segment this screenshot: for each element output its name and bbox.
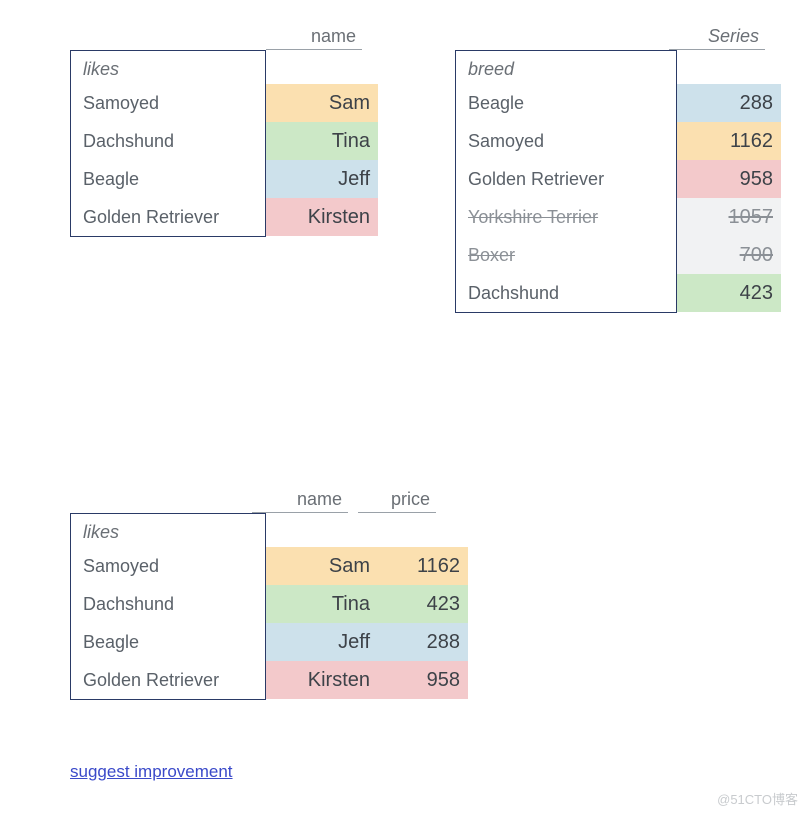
value-cell: 1162 xyxy=(677,122,781,160)
column-header-series: Series xyxy=(669,22,765,50)
table-row: Dachshund xyxy=(71,585,265,623)
table-row: Beagle xyxy=(71,160,265,198)
value-column: Sam Tina Jeff Kirsten xyxy=(266,50,378,237)
value-columns: Sam 1162 Tina 423 Jeff 288 Kirsten 958 xyxy=(266,513,468,700)
index-title: likes xyxy=(71,514,265,547)
spacer xyxy=(266,513,468,547)
index-cell: Beagle xyxy=(71,169,265,190)
value-cell: Tina xyxy=(266,122,378,160)
value-cell: 423 xyxy=(677,274,781,312)
index-cell: Golden Retriever xyxy=(456,169,676,190)
table-row: Golden Retriever xyxy=(71,198,265,236)
index-cell: Yorkshire Terrier xyxy=(456,207,676,228)
value-cell-price: 958 xyxy=(378,661,468,699)
index-cell: Dachshund xyxy=(456,283,676,304)
spacer xyxy=(266,50,378,84)
table-row: Dachshund xyxy=(71,122,265,160)
index-cell: Boxer xyxy=(456,245,676,266)
table-row: Samoyed xyxy=(456,122,676,160)
index-box: likes Samoyed Dachshund Beagle Golden Re… xyxy=(70,513,266,700)
dataframe-likes-name: name likes Samoyed Dachshund Beagle Gold… xyxy=(70,22,378,237)
value-cell-price: 288 xyxy=(378,623,468,661)
series-breed: Series breed Beagle Samoyed Golden Retri… xyxy=(455,22,781,313)
table-row: Beagle xyxy=(456,84,676,122)
value-cell-name: Kirsten xyxy=(266,661,378,699)
watermark: @51CTO博客 xyxy=(717,789,798,808)
value-column: 288 1162 958 1057 700 423 xyxy=(677,50,781,313)
suggest-improvement-link[interactable]: suggest improvement xyxy=(70,762,233,782)
index-cell: Beagle xyxy=(456,93,676,114)
value-cell: 700 xyxy=(677,236,781,274)
table-row: Golden Retriever xyxy=(71,661,265,699)
table-row: Samoyed xyxy=(71,84,265,122)
column-header-row: name xyxy=(70,22,362,50)
table-row: Samoyed xyxy=(71,547,265,585)
table-row: Yorkshire Terrier xyxy=(456,198,676,236)
index-title: likes xyxy=(71,51,265,84)
value-cell-name: Tina xyxy=(266,585,378,623)
table-row: Dachshund xyxy=(456,274,676,312)
index-cell: Samoyed xyxy=(71,93,265,114)
column-header-name: name xyxy=(252,485,348,513)
value-cell: 1057 xyxy=(677,198,781,236)
value-cell: Kirsten xyxy=(266,198,378,236)
index-cell: Samoyed xyxy=(456,131,676,152)
value-cell-name: Jeff xyxy=(266,623,378,661)
index-cell: Beagle xyxy=(71,632,265,653)
table-row: Beagle xyxy=(71,623,265,661)
value-cell: 288 xyxy=(677,84,781,122)
index-cell: Samoyed xyxy=(71,556,265,577)
table-row: Golden Retriever xyxy=(456,160,676,198)
value-cell-price: 423 xyxy=(378,585,468,623)
dataframe-likes-name-price: name price likes Samoyed Dachshund Beagl… xyxy=(70,485,468,700)
index-cell: Golden Retriever xyxy=(71,207,265,228)
column-header-row: Series xyxy=(455,22,765,50)
value-cell-price: 1162 xyxy=(378,547,468,585)
value-cell: Jeff xyxy=(266,160,378,198)
index-cell: Dachshund xyxy=(71,131,265,152)
index-cell: Golden Retriever xyxy=(71,670,265,691)
column-header-price: price xyxy=(358,485,436,513)
index-cell: Dachshund xyxy=(71,594,265,615)
index-box: breed Beagle Samoyed Golden Retriever Yo… xyxy=(455,50,677,313)
spacer xyxy=(677,50,781,84)
index-box: likes Samoyed Dachshund Beagle Golden Re… xyxy=(70,50,266,237)
column-header-name: name xyxy=(266,22,362,50)
column-header-row: name price xyxy=(70,485,436,513)
value-cell: Sam xyxy=(266,84,378,122)
table-row: Boxer xyxy=(456,236,676,274)
value-cell-name: Sam xyxy=(266,547,378,585)
index-title: breed xyxy=(456,51,676,84)
value-cell: 958 xyxy=(677,160,781,198)
